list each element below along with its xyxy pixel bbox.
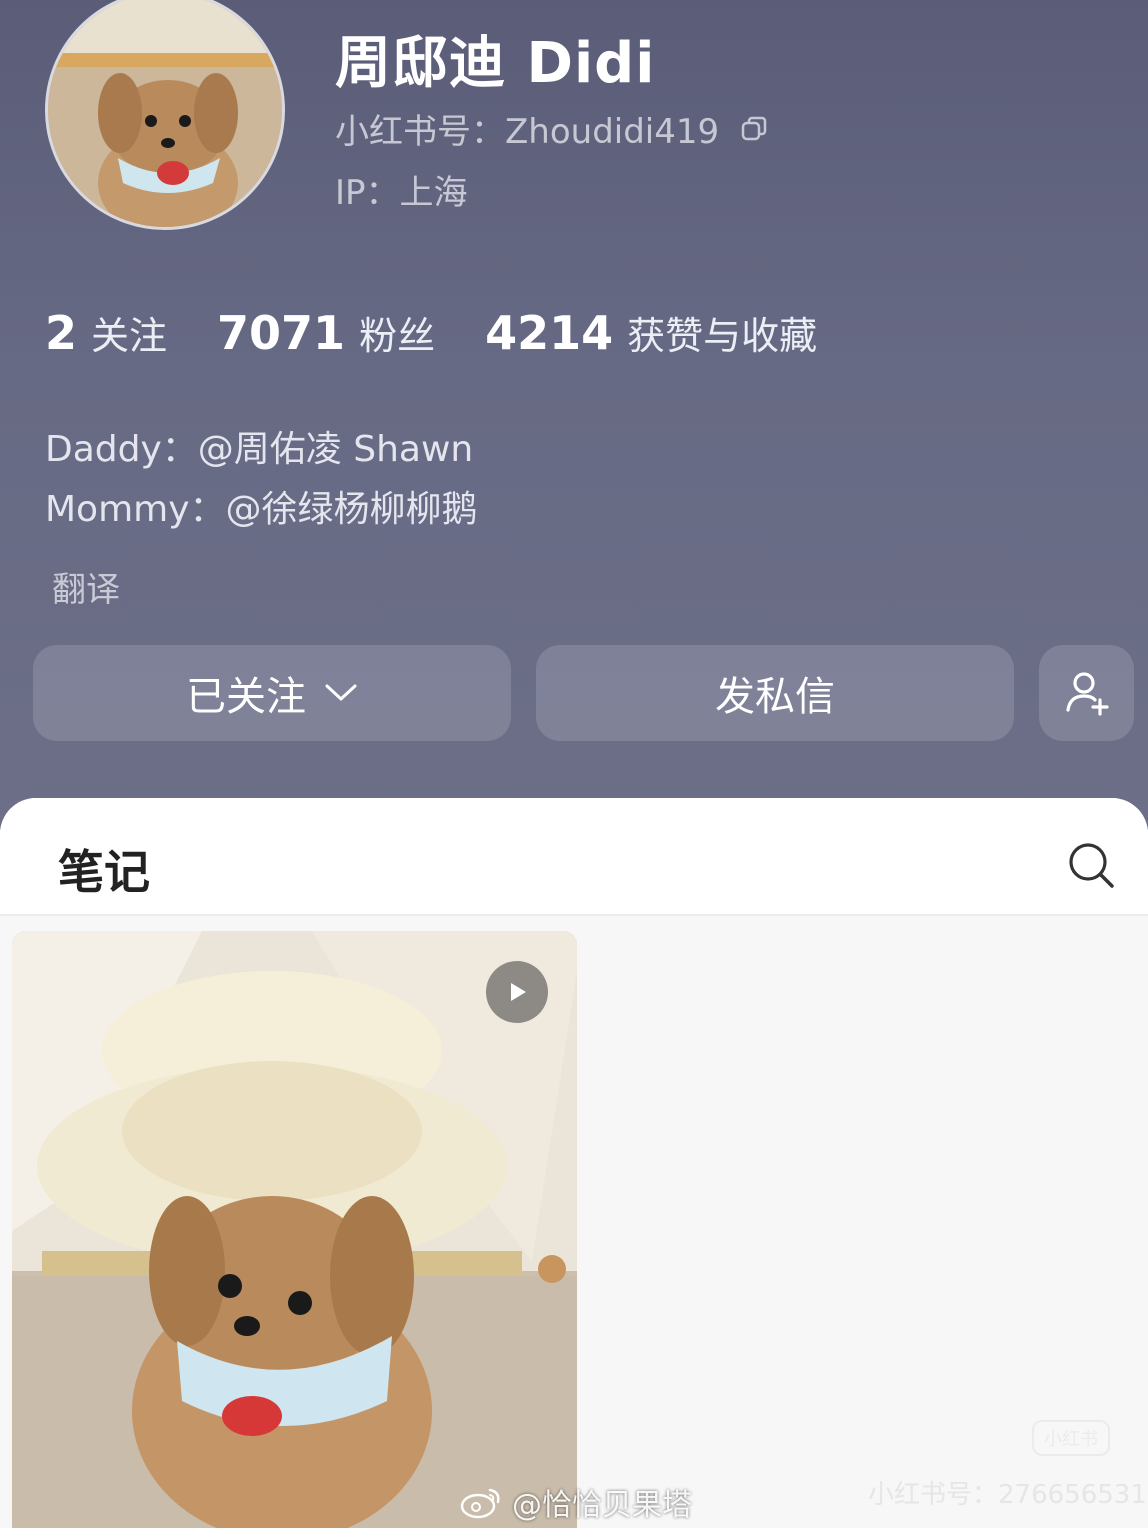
copy-icon[interactable] [739, 114, 769, 144]
note-cover-image [12, 931, 577, 1528]
stats-row: 2 关注 7071 粉丝 4214 获赞与收藏 [45, 305, 867, 360]
avatar[interactable] [45, 0, 285, 230]
message-label: 发私信 [715, 674, 835, 720]
stat-likes-label: 获赞与收藏 [627, 314, 818, 358]
bio: Daddy：@周佑凌 Shawn Mommy：@徐绿杨柳柳鹅 [45, 420, 478, 540]
stat-following-value: 2 [45, 306, 78, 360]
message-button[interactable]: 发私信 [536, 645, 1014, 741]
add-friend-button[interactable] [1039, 645, 1134, 741]
search-icon[interactable] [1066, 840, 1116, 890]
followed-label: 已关注 [186, 674, 306, 720]
content-panel: 笔记 [0, 798, 1148, 1528]
add-user-icon [1065, 672, 1109, 716]
video-play-badge [486, 961, 548, 1023]
ip-location: IP：上海 [335, 173, 468, 213]
stat-following-label: 关注 [91, 314, 168, 358]
xhs-id-line: 小红书号：Zhoudidi419 [335, 104, 769, 153]
tab-bar: 笔记 [0, 798, 1148, 916]
bio-line-mommy[interactable]: Mommy：@徐绿杨柳柳鹅 [45, 480, 478, 540]
stat-likes-collects[interactable]: 4214 获赞与收藏 [485, 305, 817, 360]
play-icon [511, 983, 526, 1001]
stat-following[interactable]: 2 关注 [45, 305, 167, 360]
profile-name: 周邸迪 Didi [335, 31, 656, 96]
xhs-watermark-logo: 小红书 [1032, 1420, 1110, 1456]
weibo-handle: @恰恰贝果塔 [512, 1488, 692, 1523]
xhs-id-text: 小红书号：Zhoudidi419 [335, 112, 720, 152]
weibo-watermark: @恰恰贝果塔 [460, 1480, 692, 1524]
weibo-icon [460, 1488, 500, 1519]
stat-followers-label: 粉丝 [359, 314, 436, 358]
stat-likes-value: 4214 [485, 306, 614, 360]
stat-followers-value: 7071 [217, 306, 346, 360]
chevron-down-icon [325, 684, 357, 701]
stat-followers[interactable]: 7071 粉丝 [217, 305, 435, 360]
note-card[interactable] [12, 931, 577, 1528]
bio-line-daddy[interactable]: Daddy：@周佑凌 Shawn [45, 420, 478, 480]
followed-button[interactable]: 已关注 [33, 645, 511, 741]
translate-link[interactable]: 翻译 [52, 562, 120, 611]
tab-notes[interactable]: 笔记 [58, 836, 150, 902]
xhs-id-watermark: 小红书号：276656531 [868, 1480, 1147, 1510]
